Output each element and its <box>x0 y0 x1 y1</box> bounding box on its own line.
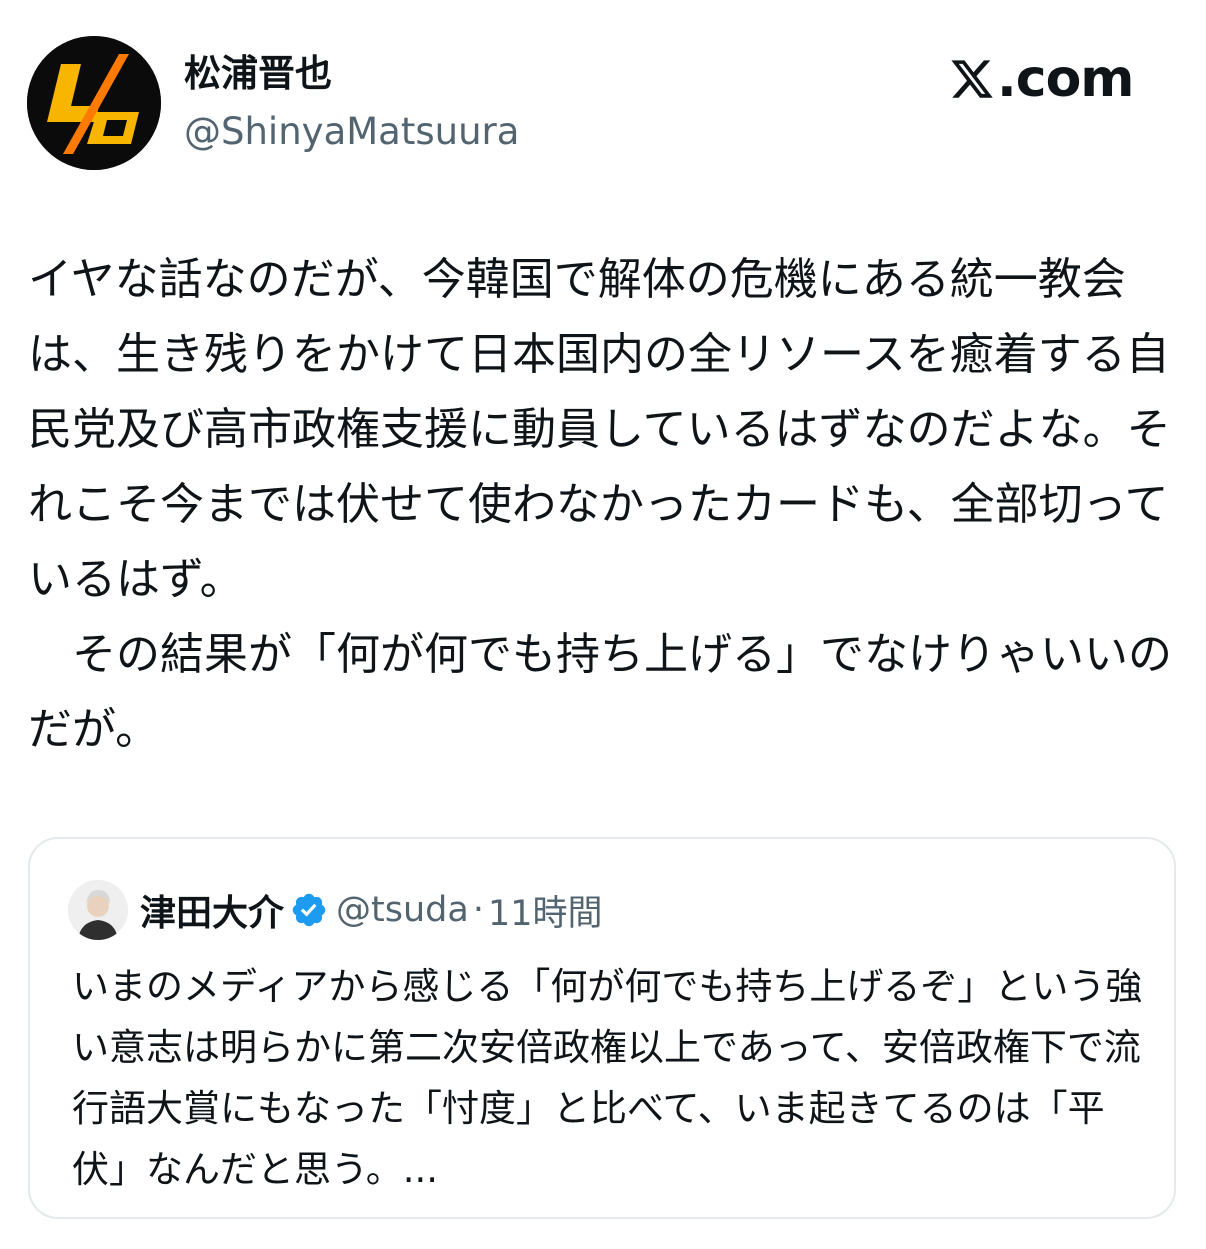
author-display-name[interactable]: 松浦晋也 <box>184 52 332 96</box>
x-logo-icon <box>951 60 993 98</box>
quoted-author-avatar <box>68 880 128 940</box>
post-header: 松浦晋也 @ShinyaMatsuura .com <box>27 36 1147 176</box>
quoted-post-card[interactable]: 津田大介 @tsuda · 11時間 いまのメディアから感じる「何が何でも持ち上… <box>28 837 1176 1219</box>
site-logo-text: .com <box>997 49 1134 109</box>
quoted-author-display-name[interactable]: 津田大介 <box>140 884 284 936</box>
separator-dot: · <box>472 890 484 930</box>
ld-logo-avatar-icon <box>27 36 161 170</box>
site-logo[interactable]: .com <box>949 49 1134 109</box>
quoted-post-time[interactable]: 11時間 <box>488 885 603 936</box>
post-text: イヤな話なのだが、今韓国で解体の危機にある統一教会は、生き残りをかけて日本国内の… <box>28 254 1172 755</box>
person-avatar-icon <box>68 880 128 940</box>
quoted-post-header: 津田大介 @tsuda · 11時間 <box>68 879 603 941</box>
author-avatar[interactable] <box>27 36 161 170</box>
author-handle[interactable]: @ShinyaMatsuura <box>184 110 519 154</box>
quoted-post-text: いまのメディアから感じる「何が何でも持ち上げるぞ」という強い意志は明らかに第二次… <box>72 965 1143 1191</box>
verified-badge-icon <box>292 893 326 927</box>
quoted-author-handle[interactable]: @tsuda <box>336 890 469 930</box>
